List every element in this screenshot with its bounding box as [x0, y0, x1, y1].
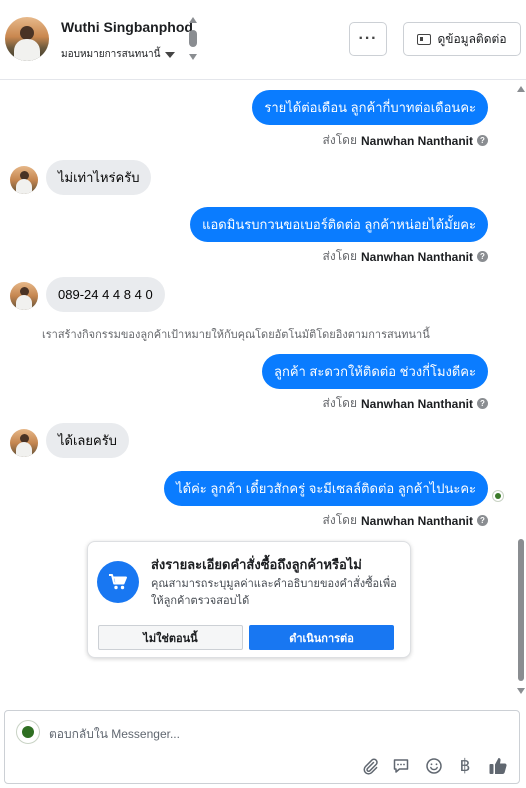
more-options-button[interactable]: ··· [349, 22, 387, 56]
info-icon[interactable]: ? [477, 398, 488, 409]
attachment-icon[interactable] [359, 755, 381, 777]
not-now-button[interactable]: ไม่ใช่ตอนนี้ [98, 625, 243, 650]
outgoing-message[interactable]: รายได้ต่อเดือน ลูกค้ากี่บาทต่อเดือนคะ [252, 90, 488, 125]
sender-name: Nanwhan Nanthanit [360, 396, 473, 411]
sent-by-prefix: ส่งโดย [322, 249, 357, 263]
emoji-icon[interactable] [423, 755, 445, 777]
info-icon[interactable]: ? [477, 515, 488, 526]
outgoing-message[interactable]: แอดมินรบกวนขอเบอร์ติดต่อ ลูกค้าหน่อยได้ม… [190, 207, 488, 242]
arrow-up-icon[interactable] [189, 17, 197, 23]
caret-down-icon [165, 51, 176, 58]
scroll-up-icon[interactable] [517, 86, 525, 92]
contact-name[interactable]: Wuthi Singbanphod [61, 19, 193, 35]
sent-by-line: ส่งโดย Nanwhan Nanthanit ? [323, 394, 488, 413]
incoming-message[interactable]: 089-24 4 4 8 4 0 [46, 277, 165, 312]
seen-indicator-avatar [492, 490, 504, 502]
sender-name: Nanwhan Nanthanit [360, 249, 473, 264]
continue-button[interactable]: ดำเนินการต่อ [249, 625, 394, 650]
thread-scrollbar[interactable] [516, 81, 526, 696]
assign-label: มอบหมายการสนทนานี้ [61, 49, 161, 60]
contact-avatar-small [10, 429, 38, 457]
outgoing-message[interactable]: ได้ค่ะ ลูกค้า เดี๋ยวสักครู่ จะมีเซลล์ติด… [164, 471, 488, 506]
sender-name: Nanwhan Nanthanit [360, 133, 473, 148]
contact-card-icon [417, 33, 432, 45]
sent-by-prefix: ส่งโดย [322, 513, 357, 527]
order-prompt-description: คุณสามารถระบุมูลค่าและคำอธิบายของคำสั่งซ… [151, 578, 397, 607]
contact-avatar-small [10, 166, 38, 194]
sender-name: Nanwhan Nanthanit [360, 513, 473, 528]
incoming-message[interactable]: ไม่เท่าไหร่ครับ [46, 160, 152, 195]
info-icon[interactable]: ? [477, 135, 488, 146]
incoming-message[interactable]: ได้เลยครับ [46, 423, 129, 458]
system-note: เราสร้างกิจกรรมของลูกค้าเป้าหมายให้กับคุ… [42, 329, 430, 341]
scroll-thumb[interactable] [518, 539, 524, 681]
view-contact-button[interactable]: ดูข้อมูลติดต่อ [403, 22, 521, 56]
reply-input[interactable] [49, 725, 349, 743]
sent-by-line: ส่งโดย Nanwhan Nanthanit ? [323, 131, 488, 150]
page-avatar [16, 720, 40, 744]
contact-avatar-small [10, 282, 38, 310]
contact-avatar[interactable] [5, 17, 49, 61]
saved-replies-icon[interactable] [390, 755, 412, 777]
info-icon[interactable]: ? [477, 251, 488, 262]
view-contact-label: ดูข้อมูลติดต่อ [437, 31, 507, 46]
conversation-nav-arrows[interactable] [188, 17, 198, 63]
payment-request-icon[interactable]: ฿ [454, 755, 476, 777]
order-details-prompt: ส่งรายละเอียดคำสั่งซื้อถึงลูกค้าหรือไม่ … [87, 541, 411, 658]
sent-by-line: ส่งโดย Nanwhan Nanthanit ? [323, 247, 488, 266]
arrow-down-icon[interactable] [189, 54, 197, 60]
scroll-down-icon[interactable] [517, 688, 525, 694]
outgoing-message[interactable]: ลูกค้า สะดวกให้ติดต่อ ช่วงกี่โมงดีคะ [261, 354, 488, 389]
assign-conversation-dropdown[interactable]: มอบหมายการสนทนานี้ [61, 47, 176, 62]
order-prompt-title: ส่งรายละเอียดคำสั่งซื้อถึงลูกค้าหรือไม่ [151, 557, 362, 572]
nav-handle [189, 30, 197, 47]
thumbs-up-icon[interactable] [487, 755, 509, 777]
sent-by-prefix: ส่งโดย [322, 133, 357, 147]
sent-by-line: ส่งโดย Nanwhan Nanthanit ? [323, 511, 488, 530]
shopping-cart-icon [97, 561, 139, 603]
reply-composer: ฿ [4, 710, 520, 784]
sent-by-prefix: ส่งโดย [322, 396, 357, 410]
conversation-header: Wuthi Singbanphod มอบหมายการสนทนานี้ ···… [0, 0, 526, 80]
